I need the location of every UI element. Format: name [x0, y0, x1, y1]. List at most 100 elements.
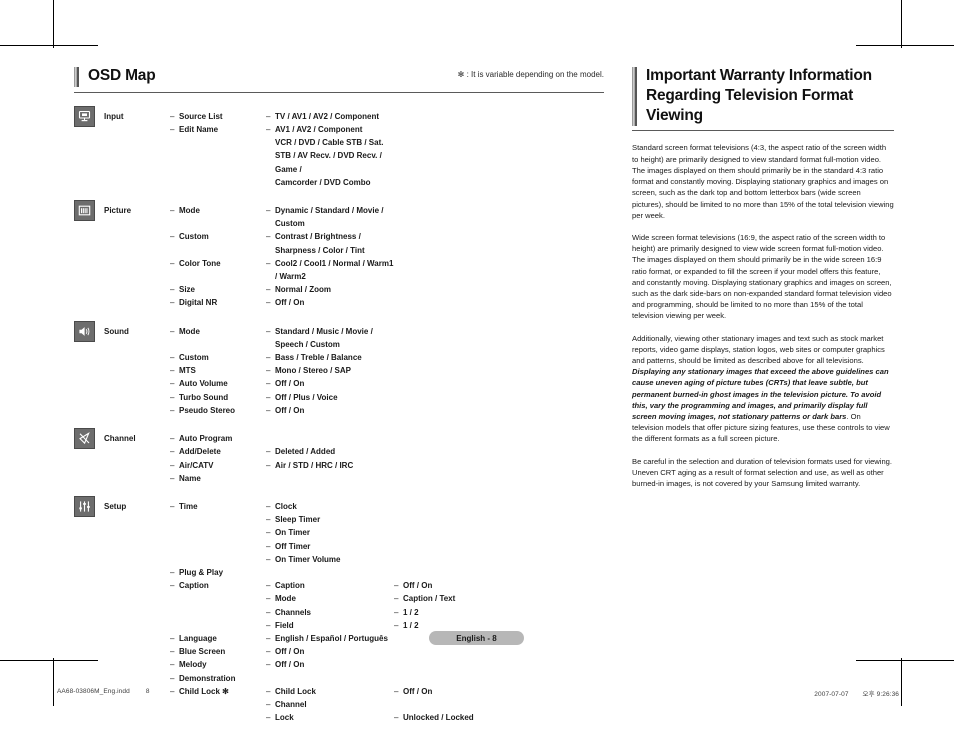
osd-level1-cell: – Custom — [170, 351, 266, 364]
osd-dash: – — [266, 326, 271, 336]
osd-cell-text: Field — [275, 620, 294, 630]
osd-level2-cell: – Mono / Stereo / SAP — [266, 364, 394, 377]
osd-level2-cell: –VCR / DVD / Cable STB / Sat. STB / AV R… — [266, 136, 394, 176]
osd-level2-cell: – English / Español / Português — [266, 632, 388, 645]
warranty-column: Important Warranty Information Regarding… — [632, 66, 894, 500]
osd-level2-cell: – Caption — [266, 579, 394, 592]
osd-row: – Language – English / Español / Português — [170, 632, 604, 645]
speaker-icon — [74, 320, 95, 342]
osd-dash: – — [170, 379, 175, 389]
warranty-paragraph: Standard screen format televisions (4:3,… — [632, 142, 894, 220]
indd-time: 오후 9:26:36 — [862, 691, 899, 698]
osd-cell-text: Mono / Stereo / SAP — [275, 366, 352, 376]
osd-level1-cell — [170, 619, 266, 632]
osd-row: – Mode – Dynamic / Standard / Movie / Custo… — [170, 204, 604, 230]
osd-row: –VCR / DVD / Cable STB / Sat. STB / AV R… — [170, 136, 604, 176]
osd-cell-text: Custom — [179, 232, 209, 242]
osd-dash: – — [394, 686, 399, 696]
osd-level2-cell: – Off / On — [266, 658, 304, 671]
osd-level2-cell: – Child Lock — [266, 685, 394, 698]
osd-cell-text: Air/CATV — [179, 460, 214, 470]
osd-dash: – — [170, 285, 175, 295]
osd-dash: – — [170, 460, 175, 470]
osd-cell-text: Auto Volume — [179, 379, 228, 389]
osd-level1-cell — [170, 711, 266, 724]
osd-dash: – — [266, 258, 271, 268]
osd-dash: – — [170, 326, 175, 336]
osd-level1-cell — [170, 136, 266, 149]
warranty-title-line1: Important Warranty Information — [646, 67, 872, 84]
osd-group-rows: – Source List – TV / AV1 / AV2 / Component … — [170, 104, 604, 189]
osd-cell-text: Source List — [179, 111, 223, 121]
osd-cell-text: Time — [179, 501, 198, 511]
osd-group: Input – Source List – TV / AV1 / AV2 / Compo… — [74, 104, 604, 189]
osd-map-table: Input – Source List – TV / AV1 / AV2 / Compo… — [74, 104, 604, 725]
osd-cell-text: On Timer — [275, 528, 310, 538]
osd-level1-cell: – Child Lock ✻ — [170, 685, 266, 698]
osd-cell-text: Contrast / Brightness / Sharpness / Colo… — [275, 232, 365, 255]
osd-cell-text: TV / AV1 / AV2 / Component — [275, 111, 380, 121]
warranty-title-line2: Regarding Television Format Viewing — [646, 86, 854, 124]
osd-cell-text: Mode — [275, 594, 296, 604]
osd-map-title-rule — [74, 91, 604, 93]
osd-dash: – — [266, 515, 271, 525]
osd-level2-cell: – AV1 / AV2 / Component — [266, 123, 394, 136]
osd-cell-text: Edit Name — [179, 125, 219, 135]
osd-level3-cell — [304, 658, 604, 671]
osd-dash: – — [266, 713, 271, 723]
osd-level2-cell: – Dynamic / Standard / Movie / Custom — [266, 204, 394, 230]
osd-dash: – — [170, 111, 175, 121]
osd-group-label: Channel — [104, 434, 136, 444]
osd-level1-cell: – Edit Name — [170, 123, 266, 136]
osd-row: – Melody – Off / On — [170, 658, 604, 671]
warranty-title: Important Warranty Information Regarding… — [646, 66, 894, 125]
osd-cell-text: Dynamic / Standard / Movie / Custom — [275, 206, 384, 229]
osd-level2-cell: – Lock — [266, 711, 394, 724]
osd-cell-text: Blue Screen — [179, 647, 226, 657]
osd-dash: – — [266, 447, 271, 457]
osd-row: – Channel — [170, 698, 604, 711]
osd-dash: – — [266, 581, 271, 591]
osd-dash: – — [170, 125, 175, 135]
warranty-text: Standard screen format televisions (4:3,… — [632, 143, 894, 220]
osd-cell-text: Air / STD / HRC / IRC — [275, 460, 354, 470]
osd-level2-cell: – Channels — [266, 606, 394, 619]
osd-dash: – — [266, 528, 271, 538]
osd-cell-text: Off / On — [275, 647, 305, 657]
osd-level1-cell — [170, 540, 266, 553]
osd-dash: – — [266, 647, 271, 657]
print-footer-right: 2007-07-07 오후 9:26:36 — [814, 688, 899, 698]
osd-row: –Camcorder / DVD Combo — [170, 176, 604, 189]
osd-level3-cell — [394, 110, 604, 123]
osd-dash: – — [170, 392, 175, 402]
osd-cell-text: Sleep Timer — [275, 515, 321, 525]
osd-dash: – — [266, 405, 271, 415]
osd-cell-text: 1 / 2 — [403, 607, 419, 617]
osd-dash: – — [170, 660, 175, 670]
osd-cell-text: Add/Delete — [179, 447, 221, 457]
osd-level1-cell: – Air/CATV — [170, 459, 266, 472]
warranty-paragraph: Additionally, viewing other stationary i… — [632, 333, 894, 445]
osd-cell-text: Caption — [275, 581, 305, 591]
warranty-paragraph: Wide screen format televisions (16:9, th… — [632, 232, 894, 322]
osd-dash: – — [266, 686, 271, 696]
warranty-text: Wide screen format televisions (16:9, th… — [632, 232, 892, 321]
osd-level1-cell: – Custom — [170, 230, 266, 243]
osd-dash: – — [266, 607, 271, 617]
osd-dash: – — [170, 232, 175, 242]
osd-cell-text: Child Lock ✻ — [179, 686, 229, 696]
osd-dash: – — [266, 460, 271, 470]
osd-level2-cell: – Sleep Timer — [266, 513, 394, 526]
osd-dash: – — [394, 620, 399, 630]
osd-cell-text: Channels — [275, 607, 312, 617]
osd-cell-text: Off / On — [275, 405, 305, 415]
osd-group: Setup – Time – Clock – Sleep Timer – On Timer … — [74, 494, 604, 724]
osd-level2-cell: – Off / On — [266, 296, 394, 309]
osd-dash: – — [266, 206, 271, 216]
osd-cell-text: Language — [179, 633, 217, 643]
osd-group-rows: – Mode – Standard / Music / Movie / Speech … — [170, 319, 604, 417]
osd-level2-cell: – Contrast / Brightness / Sharpness / Col… — [266, 230, 394, 256]
osd-row: – Auto Program — [170, 432, 604, 445]
osd-level3-cell: – Off / On — [394, 685, 604, 698]
osd-dash: – — [170, 673, 175, 683]
